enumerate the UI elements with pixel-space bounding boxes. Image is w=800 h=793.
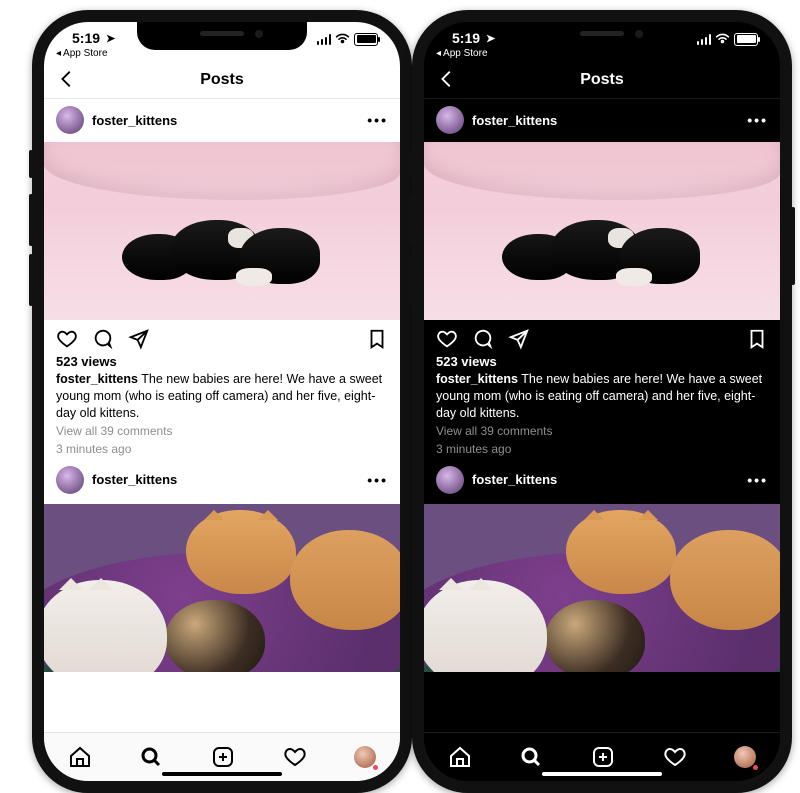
volume-down [409,254,413,306]
home-indicator[interactable] [542,772,662,776]
feed[interactable]: foster_kittens ••• 523 views foster_kitt… [424,98,780,733]
power-button [791,207,795,285]
bookmark-icon[interactable] [746,328,768,350]
post-header[interactable]: foster_kittens ••• [424,98,780,142]
back-icon[interactable] [436,68,458,90]
view-comments[interactable]: View all 39 comments [44,422,400,440]
search-tab[interactable] [139,745,163,769]
more-icon[interactable]: ••• [367,472,388,488]
caption-user[interactable]: foster_kittens [56,372,138,386]
wifi-icon [335,33,350,47]
home-indicator[interactable] [162,772,282,776]
views-count[interactable]: 523 views [424,354,780,369]
phone-dark: 5:19 ➤ App Store Posts foster_ki [412,10,792,793]
new-post-tab[interactable] [211,745,235,769]
activity-tab[interactable] [663,745,687,769]
new-post-tab[interactable] [591,745,615,769]
nav-title: Posts [580,71,624,89]
comment-icon[interactable] [92,328,114,350]
mute-switch [409,150,413,178]
like-icon[interactable] [436,328,458,350]
views-count[interactable]: 523 views [44,354,400,369]
post-media[interactable] [44,142,400,320]
cellular-icon [317,34,332,45]
back-to-app[interactable]: App Store [56,48,108,59]
volume-down [29,254,33,306]
mute-switch [29,150,33,178]
home-tab[interactable] [448,745,472,769]
activity-tab[interactable] [283,745,307,769]
status-time: 5:19 [72,30,100,46]
more-icon[interactable]: ••• [367,112,388,128]
username[interactable]: foster_kittens [92,113,177,128]
profile-avatar[interactable] [354,746,376,768]
cellular-icon [697,34,712,45]
post-time: 3 minutes ago [424,440,780,458]
avatar[interactable] [56,106,84,134]
back-to-app[interactable]: App Store [436,48,488,59]
post-time: 3 minutes ago [44,440,400,458]
comment-icon[interactable] [472,328,494,350]
post-header-2[interactable]: foster_kittens ••• [424,458,780,502]
nav-title: Posts [200,71,244,89]
volume-up [409,194,413,246]
more-icon[interactable]: ••• [747,112,768,128]
post-media-2[interactable] [44,504,400,672]
location-icon: ➤ [486,32,495,45]
search-tab[interactable] [519,745,543,769]
volume-up [29,194,33,246]
profile-avatar[interactable] [734,746,756,768]
caption-user[interactable]: foster_kittens [436,372,518,386]
nav-bar: Posts [44,62,400,99]
post-header[interactable]: foster_kittens ••• [44,98,400,142]
post-media[interactable] [424,142,780,320]
notch [517,22,687,50]
post-actions [424,320,780,354]
avatar[interactable] [56,466,84,494]
view-comments[interactable]: View all 39 comments [424,422,780,440]
wifi-icon [715,33,730,47]
share-icon[interactable] [128,328,150,350]
notch [137,22,307,50]
bookmark-icon[interactable] [366,328,388,350]
profile-tab[interactable] [734,746,756,768]
phone-light: 5:19 ➤ App Store Posts foster_ki [32,10,412,793]
post-actions [44,320,400,354]
status-time: 5:19 [452,30,480,46]
battery-icon [354,33,378,46]
avatar[interactable] [436,106,464,134]
share-icon[interactable] [508,328,530,350]
caption[interactable]: foster_kittens The new babies are here! … [424,369,780,422]
username[interactable]: foster_kittens [472,472,557,487]
more-icon[interactable]: ••• [747,472,768,488]
avatar[interactable] [436,466,464,494]
nav-bar: Posts [424,62,780,99]
profile-tab[interactable] [354,746,376,768]
feed[interactable]: foster_kittens ••• 523 views foster_kitt… [44,98,400,733]
home-tab[interactable] [68,745,92,769]
caption[interactable]: foster_kittens The new babies are here! … [44,369,400,422]
battery-icon [734,33,758,46]
post-header-2[interactable]: foster_kittens ••• [44,458,400,502]
like-icon[interactable] [56,328,78,350]
username[interactable]: foster_kittens [92,472,177,487]
username[interactable]: foster_kittens [472,113,557,128]
post-media-2[interactable] [424,504,780,672]
location-icon: ➤ [106,32,115,45]
back-icon[interactable] [56,68,78,90]
